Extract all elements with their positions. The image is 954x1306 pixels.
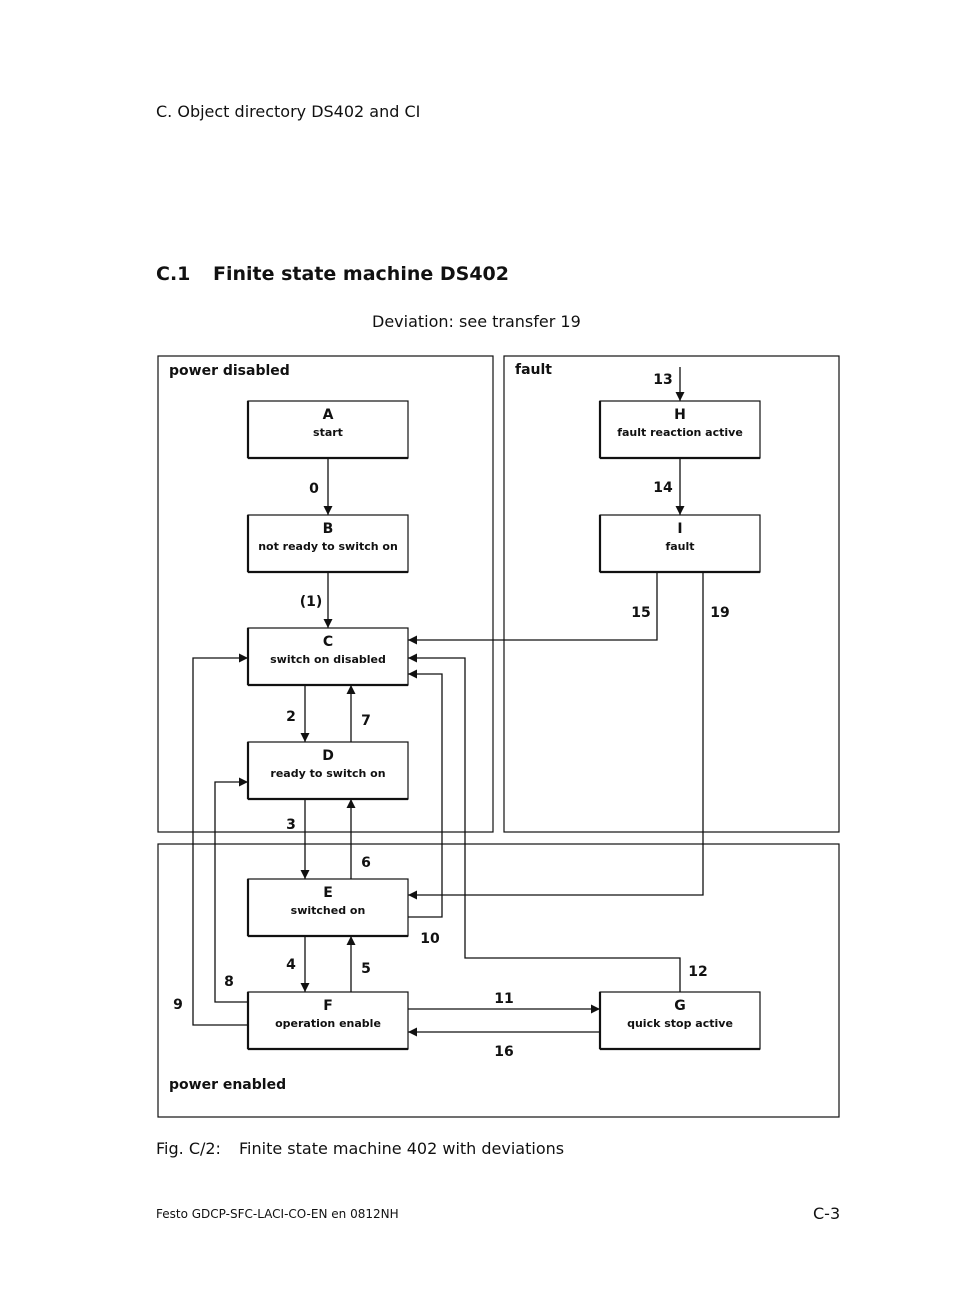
transition-label-10: 10 [420,931,440,947]
page-number: C-3 [813,1204,841,1223]
state-name: ready to switch on [270,767,385,780]
state-h: Hfault reaction active [598,400,761,460]
state-letter: F [323,998,333,1014]
state-name: operation enable [275,1017,381,1030]
state-g: Gquick stop active [598,991,761,1051]
transition-label-4: 4 [286,957,296,973]
state-f: Foperation enable [246,991,409,1051]
region-label: power disabled [169,363,290,379]
transition-label-14: 14 [653,480,673,496]
state-name: switched on [291,904,366,917]
region-label: fault [515,362,552,378]
state-letter: B [323,521,334,537]
transition-label-6: 6 [361,855,371,871]
state-letter: D [322,748,334,764]
transition-arrow-15 [408,572,658,645]
region-label: power enabled [169,1077,286,1093]
state-i: Ifault [598,514,761,574]
transition-labels-layer: 0 (1) 2 3 4 5 6 7 8 9 10 11 12 13 14 15 16 19 [173,372,730,1060]
state-name: fault [665,540,694,553]
transition-label-13: 13 [653,372,672,388]
state-a: Astart [246,400,409,460]
transition-label-15: 15 [631,605,650,621]
transition-label-1: (1) [300,594,323,610]
transition-arrow-10 [408,669,443,918]
state-name: quick stop active [627,1017,733,1030]
state-letter: E [323,885,333,901]
state-name: fault reaction active [617,426,743,439]
state-d: Dready to switch on [246,741,409,801]
transition-label-12: 12 [688,964,707,980]
state-letter: C [323,634,333,650]
transition-label-16: 16 [494,1044,513,1060]
state-machine-diagram: power disabled fault power enabled Astart B… [157,355,840,1118]
transition-label-19: 19 [710,605,729,621]
state-c: Cswitch on disabled [246,627,409,687]
transition-label-7: 7 [361,713,371,729]
figure-caption-label: Fig. C/2: [156,1139,221,1158]
state-b: Bnot ready to switch on [246,514,409,574]
transition-arrow-12 [408,653,681,992]
state-name: not ready to switch on [258,540,398,553]
footer-document-id: Festo GDCP-SFC-LACI-CO-EN en 0812NH [156,1207,399,1221]
transition-label-8: 8 [224,974,234,990]
figure-caption-text: Finite state machine 402 with deviations [239,1139,565,1158]
state-e: Eswitched on [246,878,409,938]
state-letter: G [674,998,686,1014]
state-letter: H [674,407,686,423]
state-name: start [313,426,343,439]
transition-arrow-8 [214,777,248,1003]
transition-arrow-9 [192,653,248,1026]
state-letter: A [323,407,334,423]
transition-label-0: 0 [309,481,319,497]
transition-label-3: 3 [286,817,296,833]
transition-label-9: 9 [173,997,183,1013]
transition-label-2: 2 [286,709,296,725]
transition-label-5: 5 [361,961,371,977]
transition-label-11: 11 [494,991,513,1007]
state-name: switch on disabled [270,653,386,666]
state-letter: I [677,521,682,537]
transition-arrow-19 [408,572,704,900]
